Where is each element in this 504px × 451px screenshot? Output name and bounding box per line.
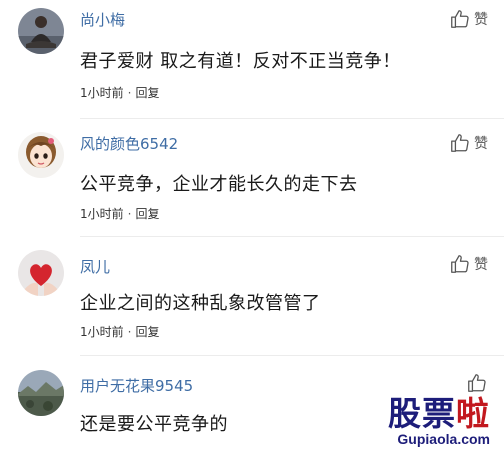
comment-text: 公平竞争，企业才能长久的走下去	[80, 174, 358, 195]
like-label: 赞	[474, 136, 488, 152]
comment-username[interactable]: 尚小梅	[80, 9, 125, 30]
like-label: 赞	[474, 12, 488, 28]
comment-time: 1小时前	[80, 86, 124, 100]
divider	[80, 118, 504, 119]
like-button[interactable]: 赞	[449, 8, 488, 30]
comment-username[interactable]: 风的颜色6542	[80, 133, 178, 154]
thumbs-up-icon	[468, 374, 486, 392]
watermark-logo: 股票啦 Gupiaola.com	[388, 397, 490, 447]
meta-separator: ·	[127, 206, 132, 221]
watermark-char: 票	[422, 394, 456, 433]
meta-separator: ·	[127, 85, 132, 100]
comment-text: 企业之间的这种乱象改管管了	[80, 293, 321, 314]
comment-username[interactable]: 用户无花果9545	[80, 375, 193, 396]
watermark-url: Gupiaola.com	[397, 431, 490, 447]
watermark-char: 股	[388, 394, 422, 433]
comment-text: 君子爱财 取之有道！反对不正当竞争！	[80, 51, 401, 72]
reply-button[interactable]: 回复	[135, 84, 159, 101]
user-avatar-meditation-icon	[18, 8, 64, 54]
avatar[interactable]	[18, 8, 64, 54]
like-label: 赞	[474, 257, 488, 273]
comment-meta: 1小时前 · 回复	[80, 84, 159, 101]
user-avatar-landscape-icon	[18, 370, 64, 416]
comment-meta: 1小时前 · 回复	[80, 323, 159, 340]
reply-button[interactable]: 回复	[135, 323, 159, 340]
avatar[interactable]	[18, 370, 64, 416]
comment-username[interactable]: 凤儿	[80, 256, 110, 277]
comment-meta: 1小时前 · 回复	[80, 205, 159, 222]
avatar[interactable]	[18, 132, 64, 178]
comment-time: 1小时前	[80, 325, 124, 339]
comment-text: 还是要公平竞争的	[80, 414, 228, 435]
reply-button[interactable]: 回复	[135, 205, 159, 222]
watermark-char: 啦	[456, 394, 490, 433]
divider	[80, 236, 504, 237]
like-button[interactable]: 赞	[449, 253, 488, 275]
like-button[interactable]: 赞	[449, 132, 488, 154]
user-avatar-red-heart-icon	[18, 250, 64, 296]
thumbs-up-icon	[451, 255, 469, 273]
thumbs-up-icon	[451, 10, 469, 28]
like-button[interactable]	[466, 372, 488, 394]
divider	[80, 355, 504, 356]
avatar[interactable]	[18, 250, 64, 296]
comment-time: 1小时前	[80, 207, 124, 221]
user-avatar-cartoon-girl-icon	[18, 132, 64, 178]
thumbs-up-icon	[451, 134, 469, 152]
watermark-title: 股票啦	[388, 397, 490, 430]
meta-separator: ·	[127, 324, 132, 339]
